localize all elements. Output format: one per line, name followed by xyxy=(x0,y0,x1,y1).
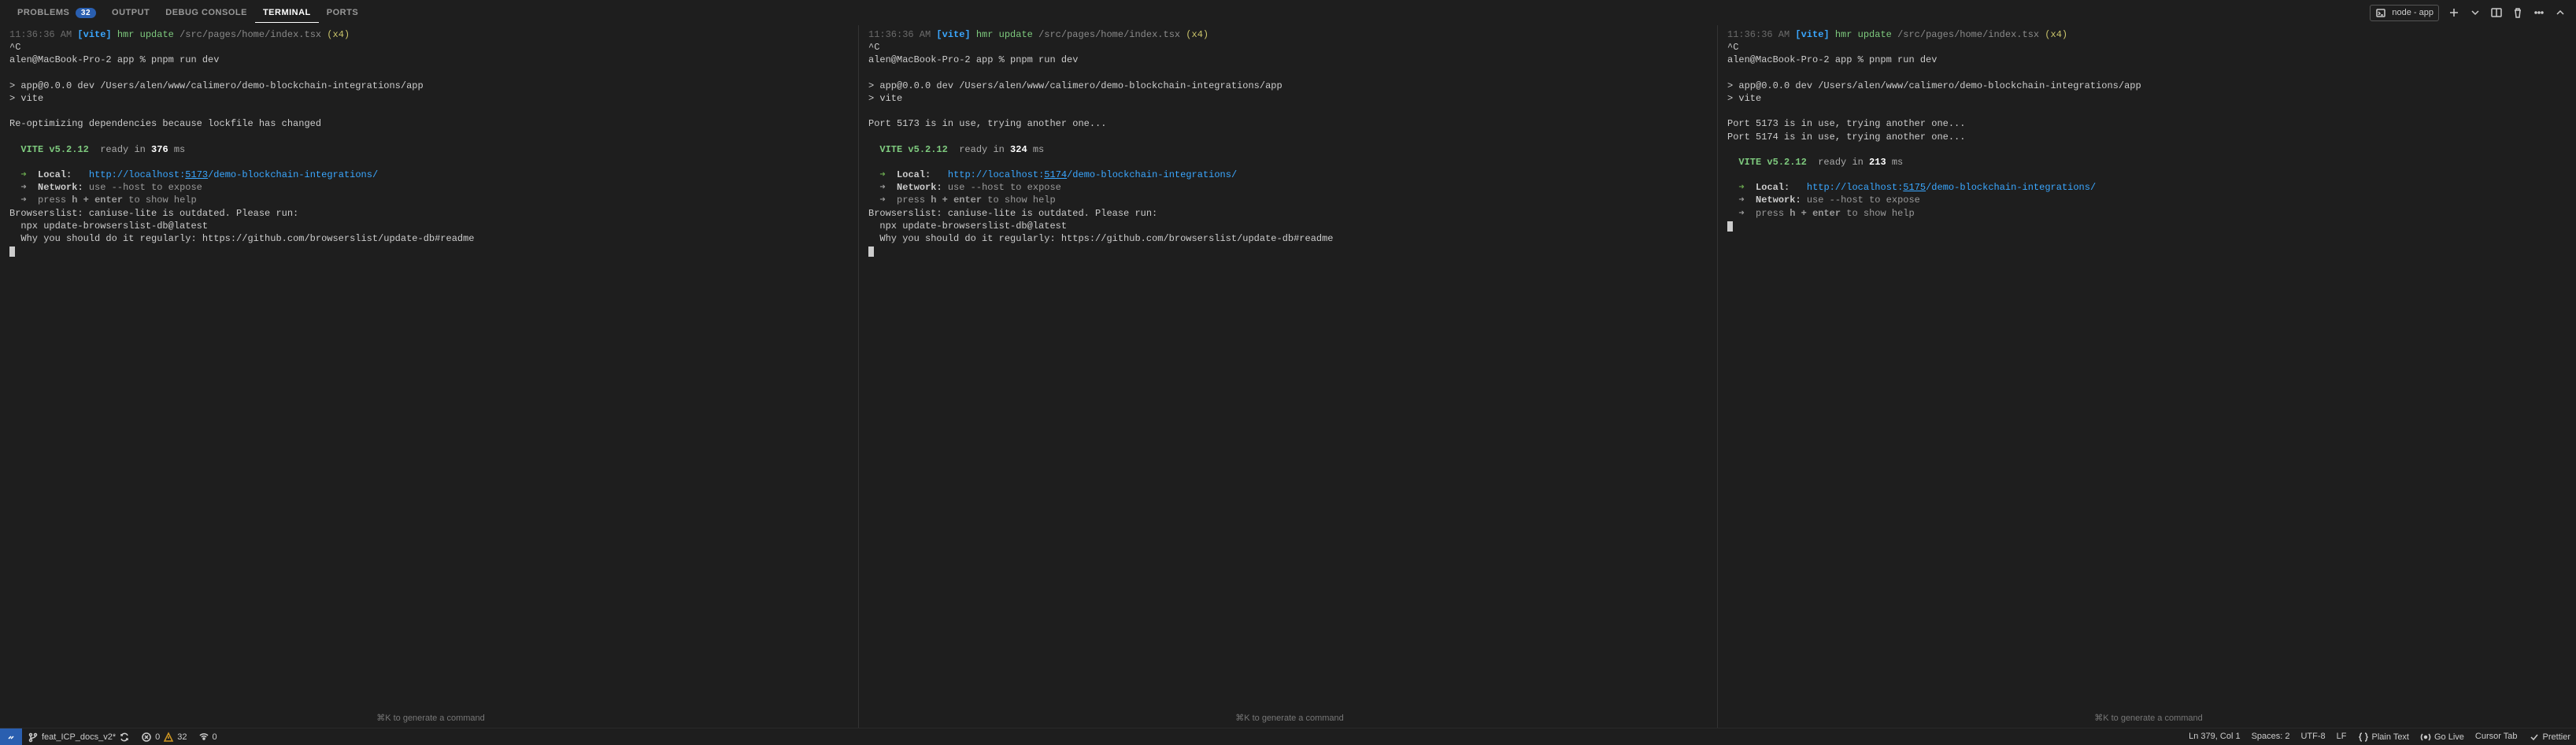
encoding-item[interactable]: UTF-8 xyxy=(2295,732,2330,741)
tab-terminal[interactable]: TERMINAL xyxy=(255,3,319,23)
terminal-icon xyxy=(2375,7,2387,19)
remote-icon xyxy=(6,732,17,743)
split-icon xyxy=(2491,7,2503,19)
tab-output[interactable]: OUTPUT xyxy=(104,3,157,22)
problems-badge: 32 xyxy=(76,8,96,18)
warning-icon xyxy=(163,732,174,743)
language-mode-item[interactable]: Plain Text xyxy=(2352,732,2415,743)
radio-icon xyxy=(198,732,209,743)
terminal-output-1: 11:36:36 AM [vite] hmr update /src/pages… xyxy=(9,28,852,710)
prettier-item[interactable]: Prettier xyxy=(2523,732,2576,743)
trash-icon xyxy=(2512,7,2524,19)
git-branch-item[interactable]: feat_ICP_docs_v2* xyxy=(22,728,135,745)
statusbar: feat_ICP_docs_v2* 0 32 0 Ln 379, Col 1 S… xyxy=(0,728,2576,745)
kill-terminal-button[interactable] xyxy=(2512,7,2524,19)
tab-ports[interactable]: PORTS xyxy=(319,3,366,22)
go-live-item[interactable]: Go Live xyxy=(2415,732,2470,743)
panel-actions: node - app xyxy=(2370,5,2567,21)
sync-icon xyxy=(119,732,130,743)
prettier-label: Prettier xyxy=(2543,732,2570,742)
cursor-position[interactable]: Ln 379, Col 1 xyxy=(2183,732,2245,741)
indentation-item[interactable]: Spaces: 2 xyxy=(2246,732,2296,741)
tab-problems[interactable]: PROBLEMS 32 xyxy=(9,3,104,22)
statusbar-right: Ln 379, Col 1 Spaces: 2 UTF-8 LF Plain T… xyxy=(2183,732,2576,743)
terminal-selector[interactable]: node - app xyxy=(2370,5,2439,21)
warning-count: 32 xyxy=(177,732,187,742)
terminal-pane-3[interactable]: 11:36:36 AM [vite] hmr update /src/pages… xyxy=(1718,25,2576,728)
tab-debug-console[interactable]: DEBUG CONSOLE xyxy=(157,3,255,22)
ports-item[interactable]: 0 xyxy=(193,728,223,745)
chevron-up-icon xyxy=(2555,7,2567,19)
terminal-cursor xyxy=(868,246,874,257)
ports-count: 0 xyxy=(213,732,217,742)
ellipsis-icon xyxy=(2533,7,2545,19)
terminal-output-2: 11:36:36 AM [vite] hmr update /src/pages… xyxy=(868,28,1711,710)
terminal-cursor xyxy=(9,246,15,257)
chevron-down-icon xyxy=(2470,7,2482,19)
terminal-hint-2: ⌘K to generate a command xyxy=(868,710,1711,728)
cursor-tab-item[interactable]: Cursor Tab xyxy=(2470,732,2523,741)
terminal-pane-1[interactable]: 11:36:36 AM [vite] hmr update /src/pages… xyxy=(0,25,859,728)
terminal-pane-2[interactable]: 11:36:36 AM [vite] hmr update /src/pages… xyxy=(859,25,1718,728)
language-mode-label: Plain Text xyxy=(2372,732,2410,742)
eol-item[interactable]: LF xyxy=(2331,732,2352,741)
broadcast-icon xyxy=(2420,732,2431,743)
terminal-hint-3: ⌘K to generate a command xyxy=(1727,710,2570,728)
tab-problems-label: PROBLEMS xyxy=(17,8,69,17)
problems-item[interactable]: 0 32 xyxy=(135,728,192,745)
go-live-label: Go Live xyxy=(2434,732,2464,742)
terminal-name: node - app xyxy=(2392,8,2434,17)
check-icon xyxy=(2529,732,2540,743)
collapse-panel-button[interactable] xyxy=(2555,7,2567,19)
split-terminal-button[interactable] xyxy=(2491,7,2503,19)
remote-button[interactable] xyxy=(0,728,22,745)
terminal-dropdown-button[interactable] xyxy=(2470,7,2482,19)
more-actions-button[interactable] xyxy=(2533,7,2545,19)
plus-icon xyxy=(2448,7,2460,19)
terminal-cursor xyxy=(1727,221,1733,232)
git-branch-icon xyxy=(28,732,39,743)
panel-tabs: PROBLEMS 32 OUTPUT DEBUG CONSOLE TERMINA… xyxy=(0,0,2576,25)
error-icon xyxy=(141,732,152,743)
error-count: 0 xyxy=(155,732,160,742)
new-terminal-button[interactable] xyxy=(2448,7,2460,19)
terminal-container: 11:36:36 AM [vite] hmr update /src/pages… xyxy=(0,25,2576,728)
terminal-hint-1: ⌘K to generate a command xyxy=(9,710,852,728)
terminal-output-3: 11:36:36 AM [vite] hmr update /src/pages… xyxy=(1727,28,2570,710)
braces-icon xyxy=(2358,732,2369,743)
git-branch-name: feat_ICP_docs_v2* xyxy=(42,732,116,742)
